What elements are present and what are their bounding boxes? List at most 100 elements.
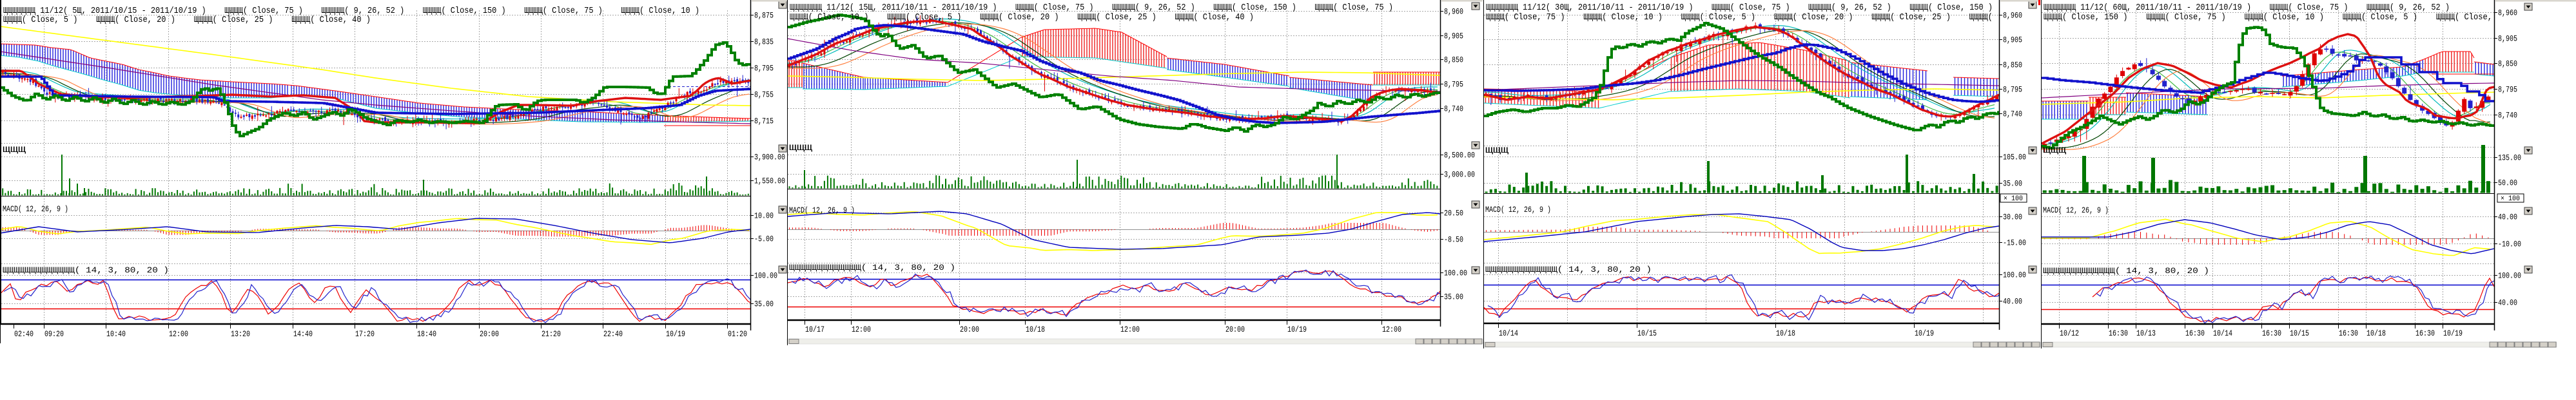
svg-text:8,500.00: 8,500.00 [1444, 151, 1475, 160]
svg-text:10.00: 10.00 [754, 212, 774, 221]
svg-text:10/14: 10/14 [1499, 329, 1518, 338]
svg-text:135.00: 135.00 [2498, 154, 2521, 163]
svg-text:8,740: 8,740 [1444, 105, 1463, 114]
svg-text:10/19: 10/19 [2443, 329, 2463, 338]
svg-text:8,835: 8,835 [754, 38, 774, 47]
svg-text:10/13: 10/13 [2136, 329, 2156, 338]
svg-text:MACD( 12, 26, 9 ): MACD( 12, 26, 9 ) [3, 204, 68, 214]
svg-text:16:30: 16:30 [2262, 329, 2281, 338]
svg-text:35.00: 35.00 [1444, 293, 1463, 302]
svg-text:-15.00: -15.00 [2003, 239, 2026, 248]
svg-text:1,550.00: 1,550.00 [754, 177, 785, 186]
svg-text:35.00: 35.00 [754, 300, 774, 309]
svg-text:8,875: 8,875 [754, 12, 774, 21]
svg-text:ЩЩЩ: ЩЩЩ [1485, 146, 1508, 155]
svg-text:3,000.00: 3,000.00 [1444, 171, 1475, 180]
svg-text:22:40: 22:40 [603, 330, 623, 339]
svg-text:12:00: 12:00 [169, 330, 188, 339]
svg-text:8,960: 8,960 [2003, 12, 2022, 21]
svg-text:35.00: 35.00 [2003, 180, 2022, 189]
svg-text:10/18: 10/18 [1026, 325, 1045, 334]
svg-text:ЩЩЩЩЩЩЩЩЩЩЩЩЩ( 14, 3, 80, 20 ): ЩЩЩЩЩЩЩЩЩЩЩЩЩ( 14, 3, 80, 20 ) [789, 263, 955, 272]
svg-text:8,850: 8,850 [2498, 60, 2517, 69]
svg-text:× 100: × 100 [2501, 195, 2520, 203]
svg-text:10/19: 10/19 [1287, 325, 1307, 334]
svg-text:16:30: 16:30 [2109, 329, 2128, 338]
svg-text:MACD( 12, 26, 9 ): MACD( 12, 26, 9 ) [1485, 205, 1551, 214]
svg-text:12:00: 12:00 [1382, 325, 1401, 334]
svg-text:8,795: 8,795 [2003, 86, 2022, 95]
svg-text:8,795: 8,795 [754, 64, 774, 73]
svg-text:8,850: 8,850 [1444, 56, 1463, 65]
svg-text:8,850: 8,850 [2003, 61, 2022, 70]
svg-text:12:00: 12:00 [1120, 325, 1140, 334]
svg-text:ЩЩЩЩЩЩЩ 11/12( 15Щ, 2011/10/11: ЩЩЩЩЩЩЩ 11/12( 15Щ, 2011/10/11 - 2011/10… [790, 3, 1393, 13]
svg-text:MACD( 12, 26, 9 ): MACD( 12, 26, 9 ) [789, 205, 855, 215]
svg-text:50.00: 50.00 [2498, 179, 2517, 188]
svg-text:8,740: 8,740 [2003, 110, 2022, 119]
svg-text:105.00: 105.00 [2003, 153, 2026, 162]
svg-text:8,795: 8,795 [1444, 81, 1463, 90]
svg-text:13:20: 13:20 [231, 330, 250, 339]
svg-text:-8.50: -8.50 [1444, 236, 1463, 245]
svg-text:40.00: 40.00 [2498, 213, 2517, 222]
svg-text:8,740: 8,740 [2498, 111, 2517, 120]
svg-text:40.00: 40.00 [2003, 298, 2022, 307]
svg-text:100.00: 100.00 [2003, 271, 2026, 280]
svg-text:ЩЩЩЩ( Close, 150 ) ЩЩЩЩ( Cl: ЩЩЩЩ( Close, 150 ) ЩЩЩЩ( Close, 75 ) ЩЩЩ… [2044, 13, 2492, 23]
svg-text:10/19: 10/19 [1915, 329, 1934, 338]
svg-text:ЩЩЩ: ЩЩЩ [789, 143, 812, 153]
svg-text:21:20: 21:20 [542, 330, 561, 339]
svg-text:ЩЩЩЩЩЩЩЩЩЩЩЩЩ( 14, 3, 80, 20 ): ЩЩЩЩЩЩЩЩЩЩЩЩЩ( 14, 3, 80, 20 ) [1485, 265, 1652, 274]
svg-text:16:30: 16:30 [2339, 329, 2358, 338]
svg-text:-5.00: -5.00 [754, 235, 774, 244]
svg-text:ЩЩЩЩЩЩЩ 11/12( 60Щ, 2011/10/11: ЩЩЩЩЩЩЩ 11/12( 60Щ, 2011/10/11 - 2011/10… [2044, 3, 2450, 13]
svg-text:10:40: 10:40 [106, 330, 126, 339]
svg-text:14:40: 14:40 [293, 330, 313, 339]
svg-text:16:30: 16:30 [2185, 329, 2205, 338]
svg-text:8,795: 8,795 [2498, 86, 2517, 95]
svg-text:ЩЩЩЩЩЩЩЩЩЩЩЩЩ( 14, 3, 80, 20 ): ЩЩЩЩЩЩЩЩЩЩЩЩЩ( 14, 3, 80, 20 ) [2043, 266, 2209, 276]
svg-text:8,715: 8,715 [754, 117, 774, 126]
svg-text:8,905: 8,905 [2498, 35, 2517, 44]
svg-text:12:00: 12:00 [852, 325, 871, 334]
svg-text:8,905: 8,905 [2003, 36, 2022, 45]
svg-text:10/12: 10/12 [2060, 329, 2079, 338]
svg-text:10/18: 10/18 [2366, 329, 2386, 338]
svg-text:8,905: 8,905 [1444, 32, 1463, 41]
svg-text:ЩЩЩЩ( Close, 10 ) ЩЩЩЩ( Clo: ЩЩЩЩ( Close, 10 ) ЩЩЩЩ( Close, 5 ) ЩЩЩЩ(… [790, 13, 1254, 23]
svg-text:17:20: 17:20 [355, 330, 375, 339]
svg-text:10/17: 10/17 [805, 325, 825, 334]
svg-text:8,960: 8,960 [1444, 8, 1463, 17]
svg-text:100.00: 100.00 [754, 272, 777, 281]
svg-text:20:00: 20:00 [960, 325, 979, 334]
svg-text:10/15: 10/15 [1637, 329, 1657, 338]
svg-text:× 100: × 100 [2004, 195, 2023, 203]
svg-text:ЩЩЩЩ( Close, 5 ) ЩЩЩЩ( Clos: ЩЩЩЩ( Close, 5 ) ЩЩЩЩ( Close, 20 ) ЩЩЩЩ(… [3, 15, 371, 25]
svg-text:20:00: 20:00 [1225, 325, 1245, 334]
svg-text:-10.00: -10.00 [2498, 240, 2521, 249]
svg-text:18:40: 18:40 [417, 330, 436, 339]
svg-text:ЩЩЩ: ЩЩЩ [3, 145, 26, 155]
svg-text:20:00: 20:00 [480, 330, 499, 339]
svg-text:16:30: 16:30 [2415, 329, 2435, 338]
svg-text:MACD( 12, 26, 9 ): MACD( 12, 26, 9 ) [2043, 205, 2109, 215]
svg-text:10/15: 10/15 [2290, 329, 2309, 338]
svg-text:40.00: 40.00 [2498, 299, 2517, 308]
svg-text:30.00: 30.00 [2003, 213, 2022, 222]
svg-text:ЩЩЩЩЩЩЩ 11/12( 30Щ, 2011/10/11: ЩЩЩЩЩЩЩ 11/12( 30Щ, 2011/10/11 - 2011/10… [1486, 3, 1993, 13]
svg-text:ЩЩЩЩ( Close, 75 ) ЩЩЩЩ( Clo: ЩЩЩЩ( Close, 75 ) ЩЩЩЩ( Close, 10 ) ЩЩЩЩ… [1486, 13, 1997, 23]
svg-text:10/18: 10/18 [1776, 329, 1795, 338]
svg-text:8,960: 8,960 [2498, 9, 2517, 18]
svg-text:3,900.00: 3,900.00 [754, 153, 785, 162]
svg-text:10/19: 10/19 [666, 330, 685, 339]
svg-text:100.00: 100.00 [2498, 272, 2521, 281]
svg-text:09:20: 09:20 [44, 330, 64, 339]
svg-text:01:20: 01:20 [728, 330, 747, 339]
svg-text:ЩЩЩ: ЩЩЩ [2043, 146, 2066, 155]
svg-text:ЩЩЩЩЩЩЩ 11/12( 5Щ, 2011/10/15: ЩЩЩЩЩЩЩ 11/12( 5Щ, 2011/10/15 - 2011/10/… [3, 6, 699, 16]
svg-text:20.50: 20.50 [1444, 209, 1463, 218]
svg-text:8,755: 8,755 [754, 91, 774, 100]
svg-text:02:40: 02:40 [14, 330, 34, 339]
svg-text:ЩЩЩЩЩЩЩЩЩЩЩЩЩ( 14, 3, 80, 20 ): ЩЩЩЩЩЩЩЩЩЩЩЩЩ( 14, 3, 80, 20 ) [3, 265, 169, 275]
